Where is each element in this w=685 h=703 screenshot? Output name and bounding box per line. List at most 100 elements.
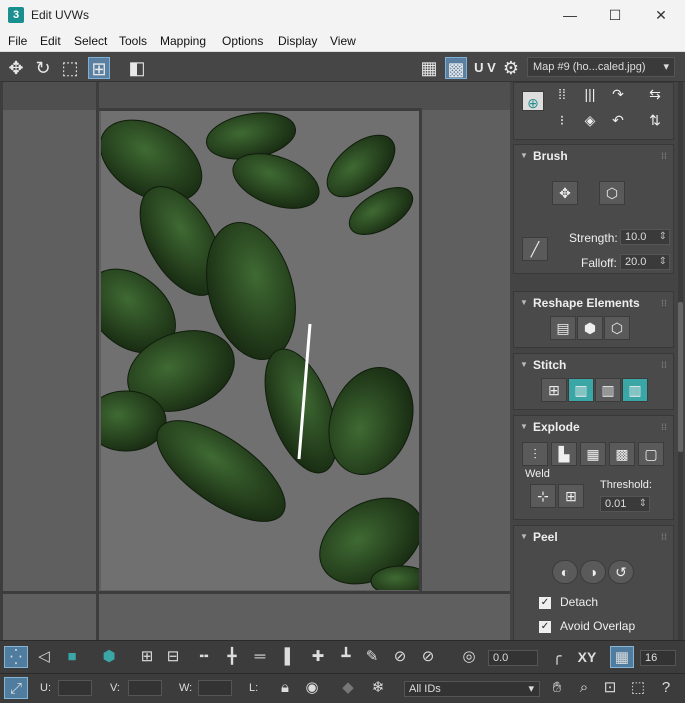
grid-size-field[interactable]: 16 [640, 650, 676, 666]
weld-selected-icon[interactable]: ⊹ [530, 484, 556, 508]
edge-mode-icon[interactable]: ◁ [32, 646, 56, 668]
space-horizontal-icon[interactable]: ⇆ [642, 83, 668, 107]
explode-outline-icon[interactable]: ▢ [638, 442, 664, 466]
zoom-icon[interactable]: ⌕ [572, 677, 596, 699]
snowflake-icon[interactable]: ❄ [366, 677, 390, 699]
pan-hand-icon[interactable]: ✋︎ [545, 677, 569, 699]
weld-target-icon[interactable]: ⊞ [558, 484, 584, 508]
grow-selection-icon[interactable]: ⊞ [135, 646, 159, 668]
uv-toggle-button[interactable]: U V [472, 57, 498, 79]
menu-select[interactable]: Select [74, 34, 107, 48]
quick-peel-icon[interactable]: ⊕ [522, 91, 544, 111]
flatten-icon[interactable]: ▦ [580, 442, 606, 466]
avoid-overlap-checkbox[interactable]: ✓ [539, 621, 551, 633]
curve-falloff-icon[interactable]: ╭ [545, 646, 569, 668]
menu-mapping[interactable]: Mapping [160, 34, 206, 48]
stitch-to-source-icon[interactable]: ▥ [568, 378, 594, 402]
xy-toggle-button[interactable]: XY [573, 646, 601, 668]
map-selector[interactable]: Map #9 (ho...caled.jpg) ▾ [527, 57, 675, 77]
drag-handle-icon[interactable]: ⁞⁞ [661, 145, 667, 167]
polygon-mode-icon[interactable]: ■ [60, 646, 84, 668]
drag-handle-icon[interactable]: ⁞⁞ [661, 354, 667, 376]
brush-line-icon[interactable]: ╱ [522, 237, 548, 261]
menu-display[interactable]: Display [278, 34, 317, 48]
menu-edit[interactable]: Edit [40, 34, 61, 48]
texture-checker-icon[interactable]: ▩ [445, 57, 467, 79]
scrollbar-thumb[interactable] [678, 302, 683, 452]
menu-view[interactable]: View [330, 34, 356, 48]
menu-file[interactable]: File [8, 34, 27, 48]
align-bars-icon[interactable]: ||| [577, 83, 603, 107]
stitch-to-target-icon[interactable]: ▥ [622, 378, 648, 402]
align-center-icon[interactable]: ◈ [577, 109, 603, 133]
stitch-average-icon[interactable]: ▥ [595, 378, 621, 402]
menu-tools[interactable]: Tools [119, 34, 147, 48]
threshold-spinner[interactable]: 0.01 [600, 496, 650, 512]
reshape-header[interactable]: ▼ Reshape Elements ⁞⁞ [514, 292, 673, 314]
drag-handle-icon[interactable]: ⁞⁞ [661, 416, 667, 438]
peel-reset-icon[interactable]: ↺ [608, 560, 634, 584]
zoom-extents-icon[interactable]: ⬚ [626, 677, 650, 699]
strength-spinner[interactable]: 10.0 [620, 229, 670, 245]
break-icon[interactable]: ⫶ [522, 442, 548, 466]
peel-mode-icon[interactable]: ◑ [580, 560, 606, 584]
paint-select-shrink-icon[interactable]: ┻ [334, 646, 358, 668]
element-mode-icon[interactable]: ⬢ [97, 646, 121, 668]
grid-snap-icon[interactable]: ▦ [610, 646, 634, 668]
detach-edges-icon[interactable]: ▙ [551, 442, 577, 466]
hide-icon[interactable]: ◉ [300, 677, 324, 699]
settings-icon[interactable]: ⚙ [500, 57, 522, 79]
paint-move-icon[interactable]: ✥ [552, 181, 578, 205]
zoom-region-icon[interactable]: ⊡ [598, 677, 622, 699]
detach-checkbox[interactable]: ✓ [539, 597, 551, 609]
relax-until-flat-icon[interactable]: ⬡ [604, 316, 630, 340]
rotate-cw-icon[interactable]: ↷ [605, 83, 631, 107]
lasso-subtract-icon[interactable]: ⊘ [416, 646, 440, 668]
paint-brush-icon[interactable]: ✎ [360, 646, 384, 668]
freeze-eye-icon[interactable]: ◆ [336, 677, 360, 699]
falloff-spinner[interactable]: 20.0 [620, 254, 670, 270]
relax-icon[interactable]: ⬢ [577, 316, 603, 340]
edge-select-icon[interactable]: ▌ [278, 646, 302, 668]
menu-options[interactable]: Options [222, 34, 263, 48]
angle-field[interactable]: 0.0 [488, 650, 538, 666]
freeform-icon[interactable]: ⊞ [88, 57, 110, 79]
minimize-button[interactable]: — [547, 0, 593, 30]
maximize-button[interactable]: ☐ [592, 0, 638, 30]
stitch-custom-icon[interactable]: ⊞ [541, 378, 567, 402]
align-vertical-icon[interactable]: ⁝ [549, 109, 575, 133]
edge-ring-grow-icon[interactable]: ╋ [220, 646, 244, 668]
edge-ring-shrink-icon[interactable]: ═ [248, 646, 272, 668]
id-filter-select[interactable]: All IDs ▾ [404, 681, 540, 697]
vertex-mode-icon[interactable]: ⁛ [4, 646, 28, 668]
brush-header[interactable]: ▼ Brush ⁞⁞ [514, 145, 673, 167]
space-vertical-icon[interactable]: ⇅ [642, 109, 668, 133]
close-button[interactable]: ✕ [638, 0, 684, 30]
drag-handle-icon[interactable]: ⁞⁞ [661, 526, 667, 548]
mirror-icon[interactable]: ◧ [126, 57, 148, 79]
lock-icon[interactable]: 🔒︎ [273, 677, 297, 699]
shrink-selection-icon[interactable]: ⊟ [161, 646, 185, 668]
help-icon[interactable]: ? [654, 677, 678, 699]
explode-header[interactable]: ▼ Explode ⁞⁞ [514, 416, 673, 438]
soft-selection-icon[interactable]: ◎ [457, 646, 481, 668]
v-coordinate-field[interactable] [128, 680, 162, 696]
w-coordinate-field[interactable] [198, 680, 232, 696]
peel-quick-icon[interactable]: ◐ [552, 560, 578, 584]
straighten-icon[interactable]: ▤ [550, 316, 576, 340]
panel-scrollbar[interactable] [678, 82, 683, 640]
peel-header[interactable]: ▼ Peel ⁞⁞ [514, 526, 673, 548]
drag-handle-icon[interactable]: ⁞⁞ [661, 292, 667, 314]
rotate-icon[interactable]: ↻ [32, 57, 54, 79]
edge-loop-icon[interactable]: ╍ [192, 646, 216, 668]
align-horizontal-icon[interactable]: ⁞⁞ [549, 83, 575, 107]
lasso-add-icon[interactable]: ⊘ [388, 646, 412, 668]
stitch-header[interactable]: ▼ Stitch ⁞⁞ [514, 354, 673, 376]
rotate-ccw-icon[interactable]: ↶ [605, 109, 631, 133]
paint-select-grow-icon[interactable]: ✚ [306, 646, 330, 668]
scale-icon[interactable]: ⬚ [59, 57, 81, 79]
move-icon[interactable]: ✥ [5, 57, 27, 79]
relax-brush-icon[interactable]: ⬡ [599, 181, 625, 205]
u-coordinate-field[interactable] [58, 680, 92, 696]
checker-pattern-icon[interactable]: ▦ [418, 57, 440, 79]
